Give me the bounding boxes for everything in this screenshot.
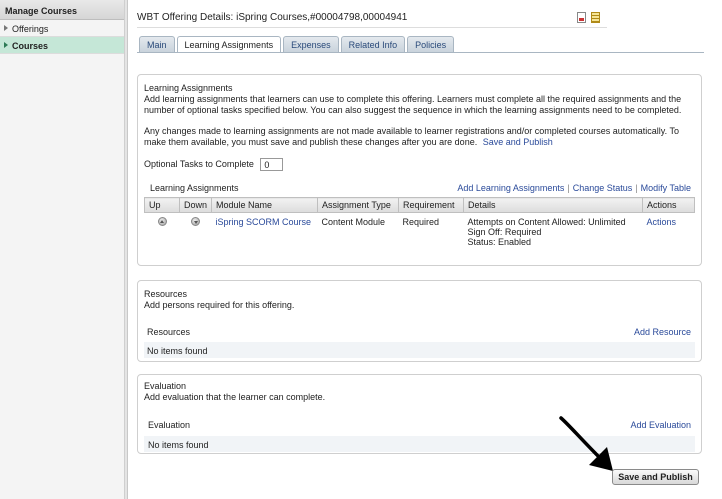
panel-description: Add persons required for this offering. [144,300,295,310]
modify-table-link[interactable]: Modify Table [641,183,691,193]
divider [137,27,607,28]
separator: | [567,183,570,193]
assignments-subtitle: Learning Assignments [150,183,239,193]
resources-subtitle: Resources [147,327,191,337]
module-name-link[interactable]: iSpring SCORM Course [216,217,312,227]
toolbar-icons [577,12,600,23]
evaluation-subtitle: Evaluation [148,420,191,430]
details-cell: Attempts on Content Allowed: Unlimited S… [464,213,643,250]
assignments-actions: Add Learning Assignments | Change Status |… [457,183,691,193]
sidebar-item-label: Offerings [12,24,49,34]
tab-underline [137,52,704,53]
sidebar-item-courses[interactable]: Courses [0,37,124,54]
save-and-publish-button[interactable]: Save and Publish [612,469,699,485]
column-header-details[interactable]: Details [463,197,643,213]
panel-title: Resources [144,289,188,299]
panel-title: Learning Assignments [144,83,233,93]
sidebar-item-label: Courses [12,41,49,51]
table-row: iSpring SCORM Course Content Module Requ… [145,213,695,250]
optional-tasks-input[interactable]: 0 [260,158,284,171]
tab-main[interactable]: Main [139,36,175,52]
learning-assignments-panel: Learning Assignments Add learning assign… [137,74,702,266]
separator: | [635,183,638,193]
save-and-publish-link[interactable]: Save and Publish [483,137,553,147]
detail-line: Attempts on Content Allowed: Unlimited [467,217,626,227]
actions-link[interactable]: Actions [647,217,677,227]
panel-description: Add evaluation that the learner can comp… [144,392,326,402]
resources-subheader: Resources Add Resource [144,327,695,337]
arrow-right-icon [4,25,8,31]
empty-state: No items found [144,342,695,358]
optional-tasks-row: Optional Tasks to Complete 0 [144,158,695,171]
add-resource-link[interactable]: Add Resource [634,327,691,337]
arrow-right-icon [4,42,8,48]
tab-learning-assignments[interactable]: Learning Assignments [176,36,282,53]
requirement-cell: Required [402,217,440,227]
detail-line: Sign Off: Required [467,227,542,237]
column-header-module-name[interactable]: Module Name [211,197,319,213]
sidebar: Manage Courses Offerings Courses [0,0,125,499]
column-header-actions[interactable]: Actions [642,197,695,213]
assignments-subheader: Learning Assignments Add Learning Assign… [144,183,695,193]
move-up-icon[interactable] [157,217,167,226]
pdf-icon[interactable] [577,12,586,23]
assignment-type-cell: Content Module [321,217,386,227]
sidebar-header: Manage Courses [0,0,124,20]
optional-tasks-label: Optional Tasks to Complete [144,158,254,169]
sidebar-item-offerings[interactable]: Offerings [0,20,124,37]
column-header-requirement[interactable]: Requirement [398,197,465,213]
tab-bar: Main Learning Assignments Expenses Relat… [139,36,455,53]
panel-description: Add learning assignments that learners c… [144,94,682,115]
publish-notice: Any changes made to learning assignments… [144,126,695,148]
assignments-table: Up Down Module Name Assignment Type Requ… [144,197,695,249]
notes-icon[interactable] [591,12,600,23]
column-header-assignment-type[interactable]: Assignment Type [317,197,400,213]
change-status-link[interactable]: Change Status [573,183,633,193]
sidebar-splitter[interactable] [125,0,128,499]
add-learning-assignments-link[interactable]: Add Learning Assignments [457,183,564,193]
column-header-up[interactable]: Up [144,197,180,213]
tab-expenses[interactable]: Expenses [283,36,339,52]
tab-related-info[interactable]: Related Info [340,36,406,52]
detail-line: Status: Enabled [467,237,532,247]
resources-panel: Resources Add persons required for this … [137,280,702,362]
panel-title: Evaluation [144,381,187,391]
column-header-down[interactable]: Down [178,197,213,213]
notice-text: Any changes made to learning assignments… [144,126,679,147]
page-title: WBT Offering Details: iSpring Courses,#0… [137,12,408,23]
tab-policies[interactable]: Policies [407,36,455,52]
move-down-icon[interactable] [191,217,200,226]
add-evaluation-link[interactable]: Add Evaluation [630,420,691,430]
pointer-arrow-icon [559,416,613,471]
